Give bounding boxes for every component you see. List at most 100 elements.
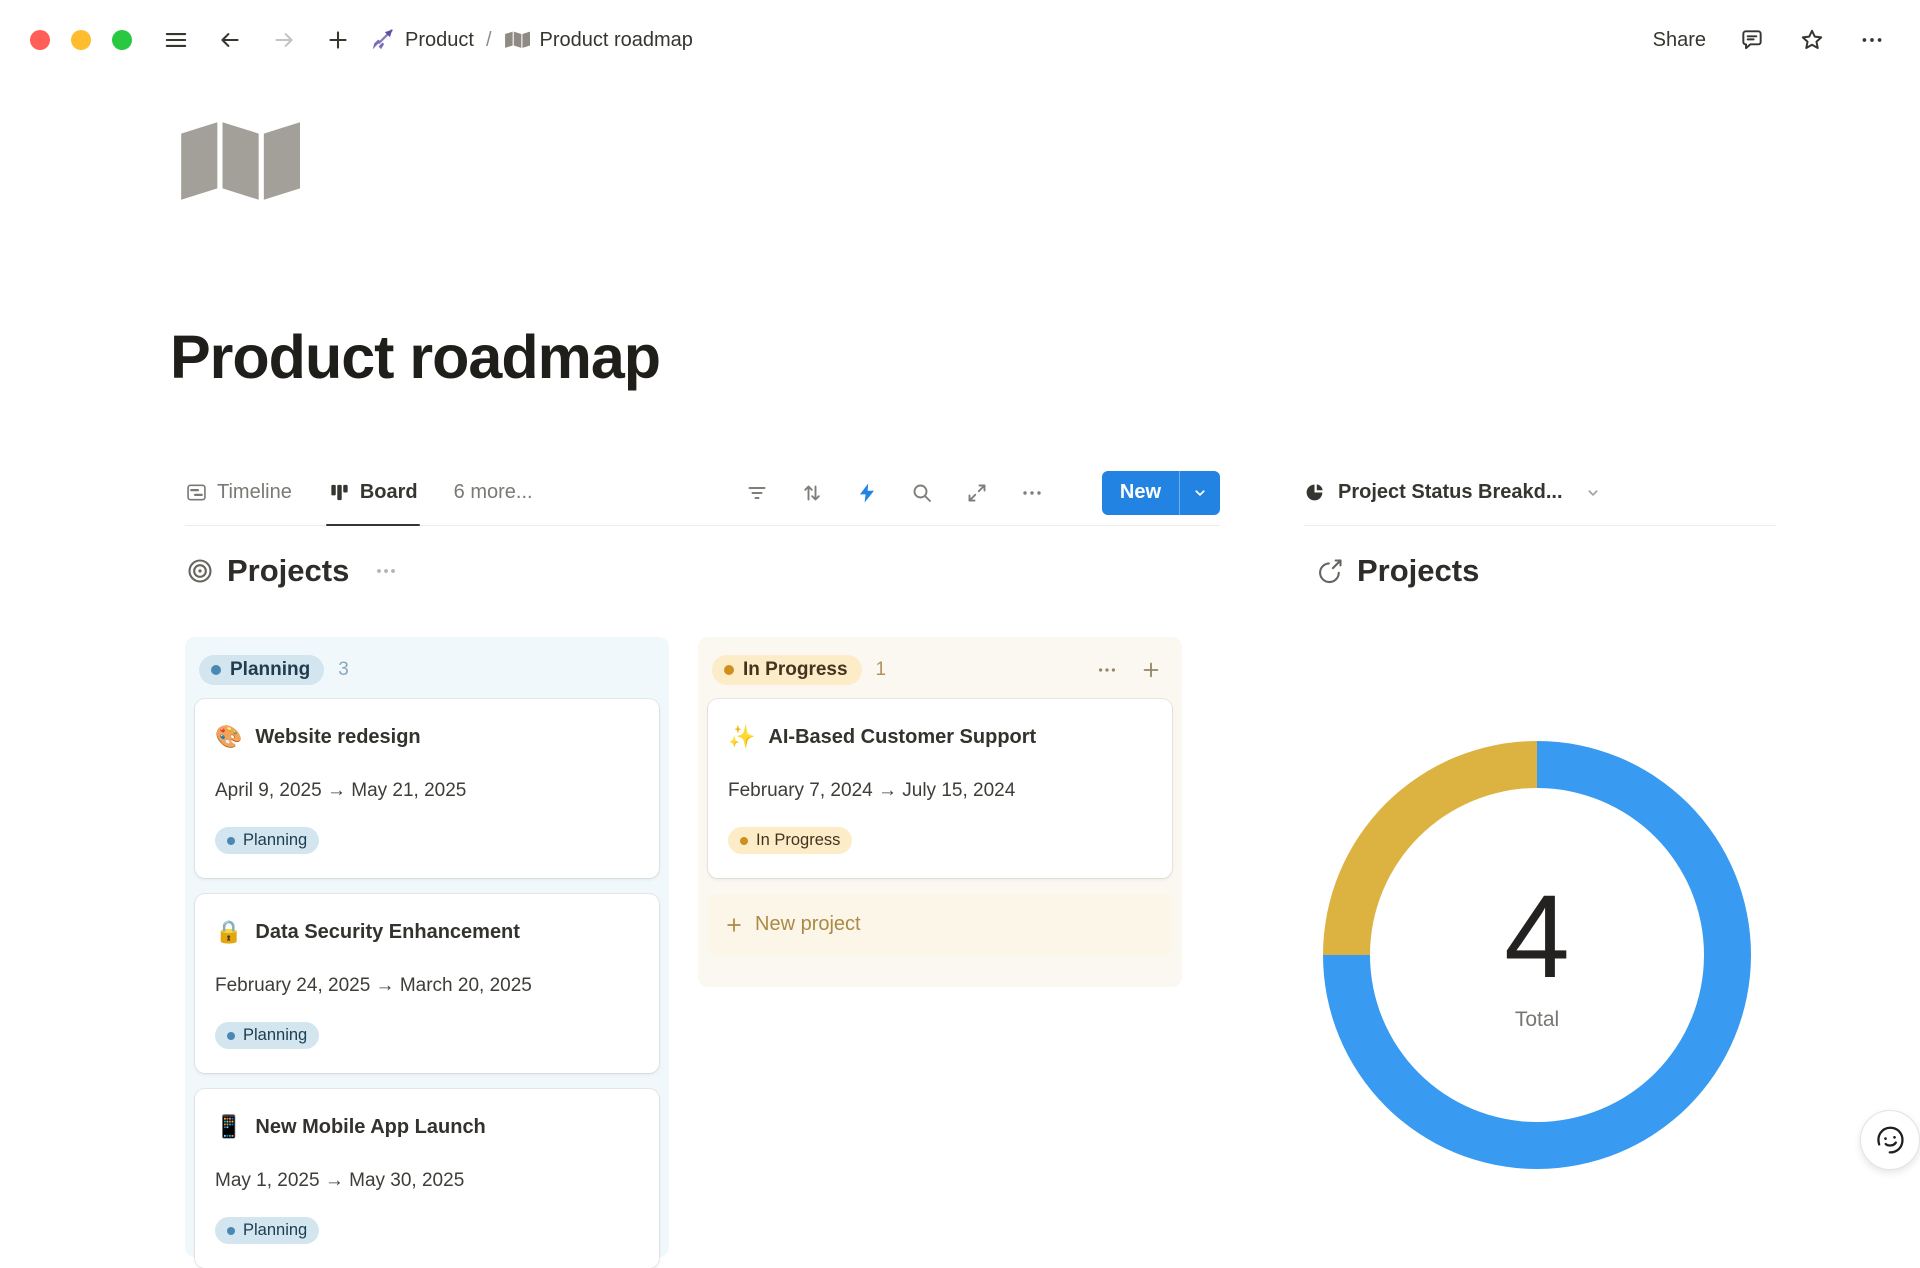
status-tag-label: Planning — [243, 1026, 307, 1045]
new-button-chevron[interactable] — [1180, 471, 1220, 515]
new-page-icon[interactable] — [324, 26, 352, 54]
more-views-link[interactable]: 6 more... — [454, 481, 533, 504]
board-section-header: Projects — [186, 553, 400, 589]
page-map-icon[interactable] — [176, 118, 300, 210]
status-donut-chart: 4 Total — [1323, 741, 1751, 1169]
column-header: Planning 3 — [195, 647, 659, 699]
pie-chart-icon — [1304, 482, 1325, 503]
forward-icon[interactable] — [270, 26, 298, 54]
project-card-website-redesign[interactable]: 🎨 Website redesign April 9, 2025 → May 2… — [195, 699, 659, 878]
new-button-label[interactable]: New — [1102, 471, 1179, 515]
project-title: Data Security Enhancement — [255, 918, 520, 946]
breadcrumb-separator: / — [486, 29, 492, 52]
project-card-ai-support[interactable]: ✨ AI-Based Customer Support February 7, … — [708, 699, 1172, 878]
traffic-lights — [30, 30, 132, 50]
group-count: 1 — [876, 659, 887, 681]
donut-center: 4 Total — [1370, 788, 1704, 1122]
tab-board-label: Board — [360, 481, 418, 504]
column-header: In Progress 1 — [708, 647, 1172, 699]
page-title: Product roadmap — [170, 322, 660, 392]
close-window-button[interactable] — [30, 30, 50, 50]
back-icon[interactable] — [216, 26, 244, 54]
group-label: Planning — [230, 659, 310, 681]
tab-board[interactable]: Board — [328, 460, 418, 525]
more-options-icon[interactable] — [1858, 26, 1886, 54]
board-column-in-progress: In Progress 1 ✨ AI-Based Customer Suppor… — [698, 637, 1182, 987]
chevron-down-icon[interactable] — [1584, 484, 1602, 502]
status-dot — [211, 665, 221, 675]
minimize-window-button[interactable] — [71, 30, 91, 50]
group-pill-in-progress[interactable]: In Progress — [712, 655, 862, 685]
plus-icon — [724, 915, 744, 935]
board-icon — [328, 481, 351, 504]
status-tag-label: Planning — [243, 831, 307, 850]
expand-icon[interactable] — [964, 480, 990, 506]
status-dot — [227, 1032, 235, 1040]
status-tag: In Progress — [728, 827, 852, 854]
board-section-title[interactable]: Projects — [227, 553, 349, 589]
group-count: 3 — [338, 659, 349, 681]
project-dates: February 7, 2024 → July 15, 2024 — [728, 779, 1152, 803]
status-tag: Planning — [215, 1217, 319, 1244]
project-title: AI-Based Customer Support — [768, 723, 1036, 751]
favorite-star-icon[interactable] — [1798, 26, 1826, 54]
project-title: Website redesign — [255, 723, 420, 751]
project-card-mobile-app[interactable]: 📱 New Mobile App Launch May 1, 2025 → Ma… — [195, 1089, 659, 1268]
status-tag: Planning — [215, 1022, 319, 1049]
tab-timeline[interactable]: Timeline — [185, 460, 292, 525]
group-label: In Progress — [743, 659, 848, 681]
project-dates: February 24, 2025 → March 20, 2025 — [215, 974, 639, 998]
new-project-label: New project — [755, 913, 861, 936]
automation-lightning-icon[interactable] — [854, 480, 880, 506]
ai-face-icon — [1871, 1121, 1909, 1159]
column-more-icon[interactable] — [1094, 657, 1120, 683]
status-tag: Planning — [215, 827, 319, 854]
chart-section-header: Projects — [1316, 553, 1479, 589]
status-dot — [227, 837, 235, 845]
mobile-emoji-icon: 📱 — [215, 1113, 242, 1141]
status-breakdown-title[interactable]: Project Status Breakd... — [1338, 481, 1563, 504]
palette-emoji-icon: 🎨 — [215, 723, 242, 751]
new-project-button[interactable]: New project — [708, 894, 1172, 955]
filter-icon[interactable] — [744, 480, 770, 506]
sort-icon[interactable] — [799, 480, 825, 506]
donut-total-value: 4 — [1504, 878, 1570, 996]
new-button[interactable]: New — [1102, 471, 1220, 515]
status-breakdown-header[interactable]: Project Status Breakd... — [1304, 460, 1776, 526]
donut-total-label: Total — [1515, 1008, 1559, 1032]
view-more-icon[interactable] — [1019, 480, 1045, 506]
project-dates: May 1, 2025 → May 30, 2025 — [215, 1169, 639, 1193]
breadcrumb: Product / Product roadmap — [368, 27, 693, 54]
status-dot — [227, 1227, 235, 1235]
status-tag-label: Planning — [243, 1221, 307, 1240]
view-tabbar: Timeline Board 6 more... — [185, 460, 1220, 526]
board-column-planning: Planning 3 🎨 Website redesign April 9, 2… — [185, 637, 669, 1257]
group-pill-planning[interactable]: Planning — [199, 655, 324, 685]
map-icon — [504, 27, 530, 53]
project-card-data-security[interactable]: 🔒 Data Security Enhancement February 24,… — [195, 894, 659, 1073]
window-titlebar: Product / Product roadmap Share — [0, 0, 1920, 80]
dart-icon — [368, 27, 395, 54]
chevron-down-icon — [1191, 484, 1209, 502]
lock-emoji-icon: 🔒 — [215, 918, 242, 946]
zoom-window-button[interactable] — [112, 30, 132, 50]
chart-section-title[interactable]: Projects — [1357, 553, 1479, 589]
notion-ai-button[interactable] — [1860, 1110, 1920, 1170]
project-title: New Mobile App Launch — [255, 1113, 485, 1141]
breadcrumb-current[interactable]: Product roadmap — [540, 29, 693, 52]
status-dot — [724, 665, 734, 675]
project-dates: April 9, 2025 → May 21, 2025 — [215, 779, 639, 803]
breadcrumb-root[interactable]: Product — [405, 29, 474, 52]
timeline-icon — [185, 481, 208, 504]
sidebar-menu-icon[interactable] — [162, 26, 190, 54]
section-more-icon[interactable] — [372, 557, 400, 585]
tab-timeline-label: Timeline — [217, 481, 292, 504]
target-icon — [186, 557, 214, 585]
column-add-icon[interactable] — [1138, 657, 1164, 683]
share-button[interactable]: Share — [1653, 29, 1706, 52]
search-icon[interactable] — [909, 480, 935, 506]
comments-icon[interactable] — [1738, 26, 1766, 54]
sparkles-emoji-icon: ✨ — [728, 723, 755, 751]
status-tag-label: In Progress — [756, 831, 840, 850]
status-dot — [740, 837, 748, 845]
